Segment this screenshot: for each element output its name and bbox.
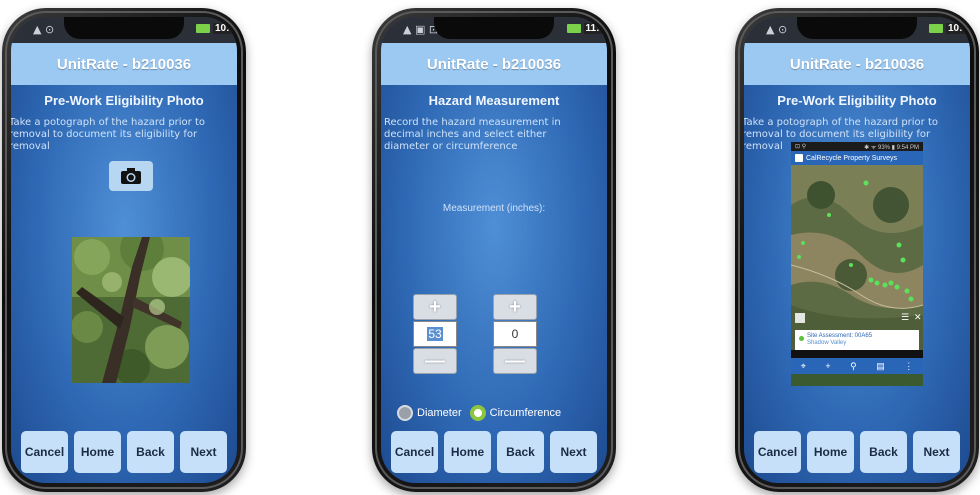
property-surveys-app-preview[interactable]: ⊡ ⚲ ✱ ᯤ 93% ▮ 9:54 PM CalRecycle Propert…	[791, 142, 923, 386]
screen-subtitle: Pre-Work Eligibility Photo	[44, 93, 204, 108]
home-button[interactable]: Home	[74, 431, 121, 473]
instructions-text: Record the hazard measurement in decimal…	[384, 117, 561, 152]
cancel-button[interactable]: Cancel	[21, 431, 68, 473]
measurement-value-input[interactable]: 53	[413, 321, 457, 347]
preview-app-name: CalRecycle Property Surveys	[806, 154, 898, 162]
status-time: 10:3	[212, 23, 237, 34]
nav-footer: Cancel Home Back Next	[21, 431, 227, 473]
camera-button[interactable]	[109, 161, 153, 191]
nav-footer: Cancel Home Back Next	[391, 431, 597, 473]
more-icon[interactable]: ⋮	[904, 361, 913, 372]
phone-frame-3: ▲ ⊙ 10:3 UnitRate - b210036 Pre-Work Eli…	[735, 8, 979, 492]
layers-icon[interactable]: ▤	[876, 361, 885, 372]
site-card-subtitle: Shadow Valley	[807, 340, 847, 346]
screen-subtitle: Hazard Measurement	[428, 93, 560, 108]
measurement-label: Measurement (inches):	[442, 203, 546, 214]
site-assessment-card[interactable]: Site Assessment: 00A65 Shadow Valley	[795, 330, 919, 350]
map-toolbar: ⌖ + ⚲ ▤ ⋮	[791, 358, 923, 374]
increment-button[interactable]: +	[413, 294, 457, 320]
decrement-button[interactable]: —	[413, 348, 457, 374]
status-icons: ▲ ▣ ⊡	[403, 23, 439, 36]
notch	[434, 17, 554, 39]
back-button[interactable]: Back	[127, 431, 174, 473]
preview-app-header: CalRecycle Property Surveys	[791, 151, 923, 165]
screen-subtitle: Pre-Work Eligibility Photo	[777, 93, 937, 108]
camera-icon	[121, 168, 141, 184]
status-icons: ▲ ⊙	[33, 23, 55, 36]
battery-icon	[928, 24, 943, 33]
locate-icon[interactable]: ⌖	[801, 361, 806, 372]
phone-screen-2: ▲ ▣ ⊡ 11:5 UnitRate - b210036 Hazard Mea…	[381, 17, 607, 483]
increment-button[interactable]: +	[493, 294, 537, 320]
hazard-photo	[72, 237, 190, 383]
satellite-map[interactable]: ☰ ✕	[791, 165, 923, 350]
svg-text:✕: ✕	[914, 313, 922, 323]
next-button[interactable]: Next	[913, 431, 960, 473]
circumference-label: Circumference	[489, 407, 562, 419]
notch	[64, 17, 184, 39]
decrement-button[interactable]: —	[493, 348, 537, 374]
app-title: UnitRate - b210036	[744, 43, 970, 85]
circumference-radio[interactable]	[469, 405, 486, 421]
phone-frame-1: ▲ ⊙ 10:3 UnitRate - b210036 Pre-Work Eli…	[2, 8, 246, 492]
battery-icon	[566, 24, 581, 33]
app-title: UnitRate - b210036	[11, 43, 237, 85]
app-title: UnitRate - b210036	[381, 43, 607, 85]
phone-screen-1: ▲ ⊙ 10:3 UnitRate - b210036 Pre-Work Eli…	[11, 17, 237, 483]
diameter-radio[interactable]	[397, 405, 413, 421]
phone-screen-3: ▲ ⊙ 10:3 UnitRate - b210036 Pre-Work Eli…	[744, 17, 970, 483]
search-icon[interactable]: ⚲	[850, 361, 857, 372]
next-button[interactable]: Next	[550, 431, 597, 473]
preview-bottom-strip	[791, 374, 923, 386]
status-time: 11:5	[583, 23, 607, 34]
phone-frame-2: ▲ ▣ ⊡ 11:5 UnitRate - b210036 Hazard Mea…	[372, 8, 616, 492]
battery-icon	[195, 24, 210, 33]
notch	[797, 17, 917, 39]
app-icon	[795, 154, 803, 162]
measurement-stepper: + 53 —	[413, 294, 457, 374]
home-button[interactable]: Home	[807, 431, 854, 473]
cancel-button[interactable]: Cancel	[754, 431, 801, 473]
nav-footer: Cancel Home Back Next	[754, 431, 960, 473]
status-icons: ▲ ⊙	[766, 23, 788, 36]
measurement-type-radio-group: Diameter Circumference	[397, 405, 561, 421]
add-icon[interactable]: +	[825, 361, 830, 371]
preview-status-bar: ⊡ ⚲ ✱ ᯤ 93% ▮ 9:54 PM	[791, 142, 923, 151]
secondary-value-input[interactable]: 0	[493, 321, 537, 347]
next-button[interactable]: Next	[180, 431, 227, 473]
instructions-text: Take a potograph of the hazard prior to …	[11, 117, 206, 152]
site-card-title: Site Assessment: 00A65	[807, 333, 873, 339]
cancel-button[interactable]: Cancel	[391, 431, 438, 473]
secondary-stepper: + 0 —	[493, 294, 537, 374]
diameter-label: Diameter	[417, 407, 462, 419]
home-button[interactable]: Home	[444, 431, 491, 473]
back-button[interactable]: Back	[497, 431, 544, 473]
status-time: 10:3	[945, 23, 970, 34]
svg-text:☰: ☰	[901, 313, 909, 323]
back-button[interactable]: Back	[860, 431, 907, 473]
